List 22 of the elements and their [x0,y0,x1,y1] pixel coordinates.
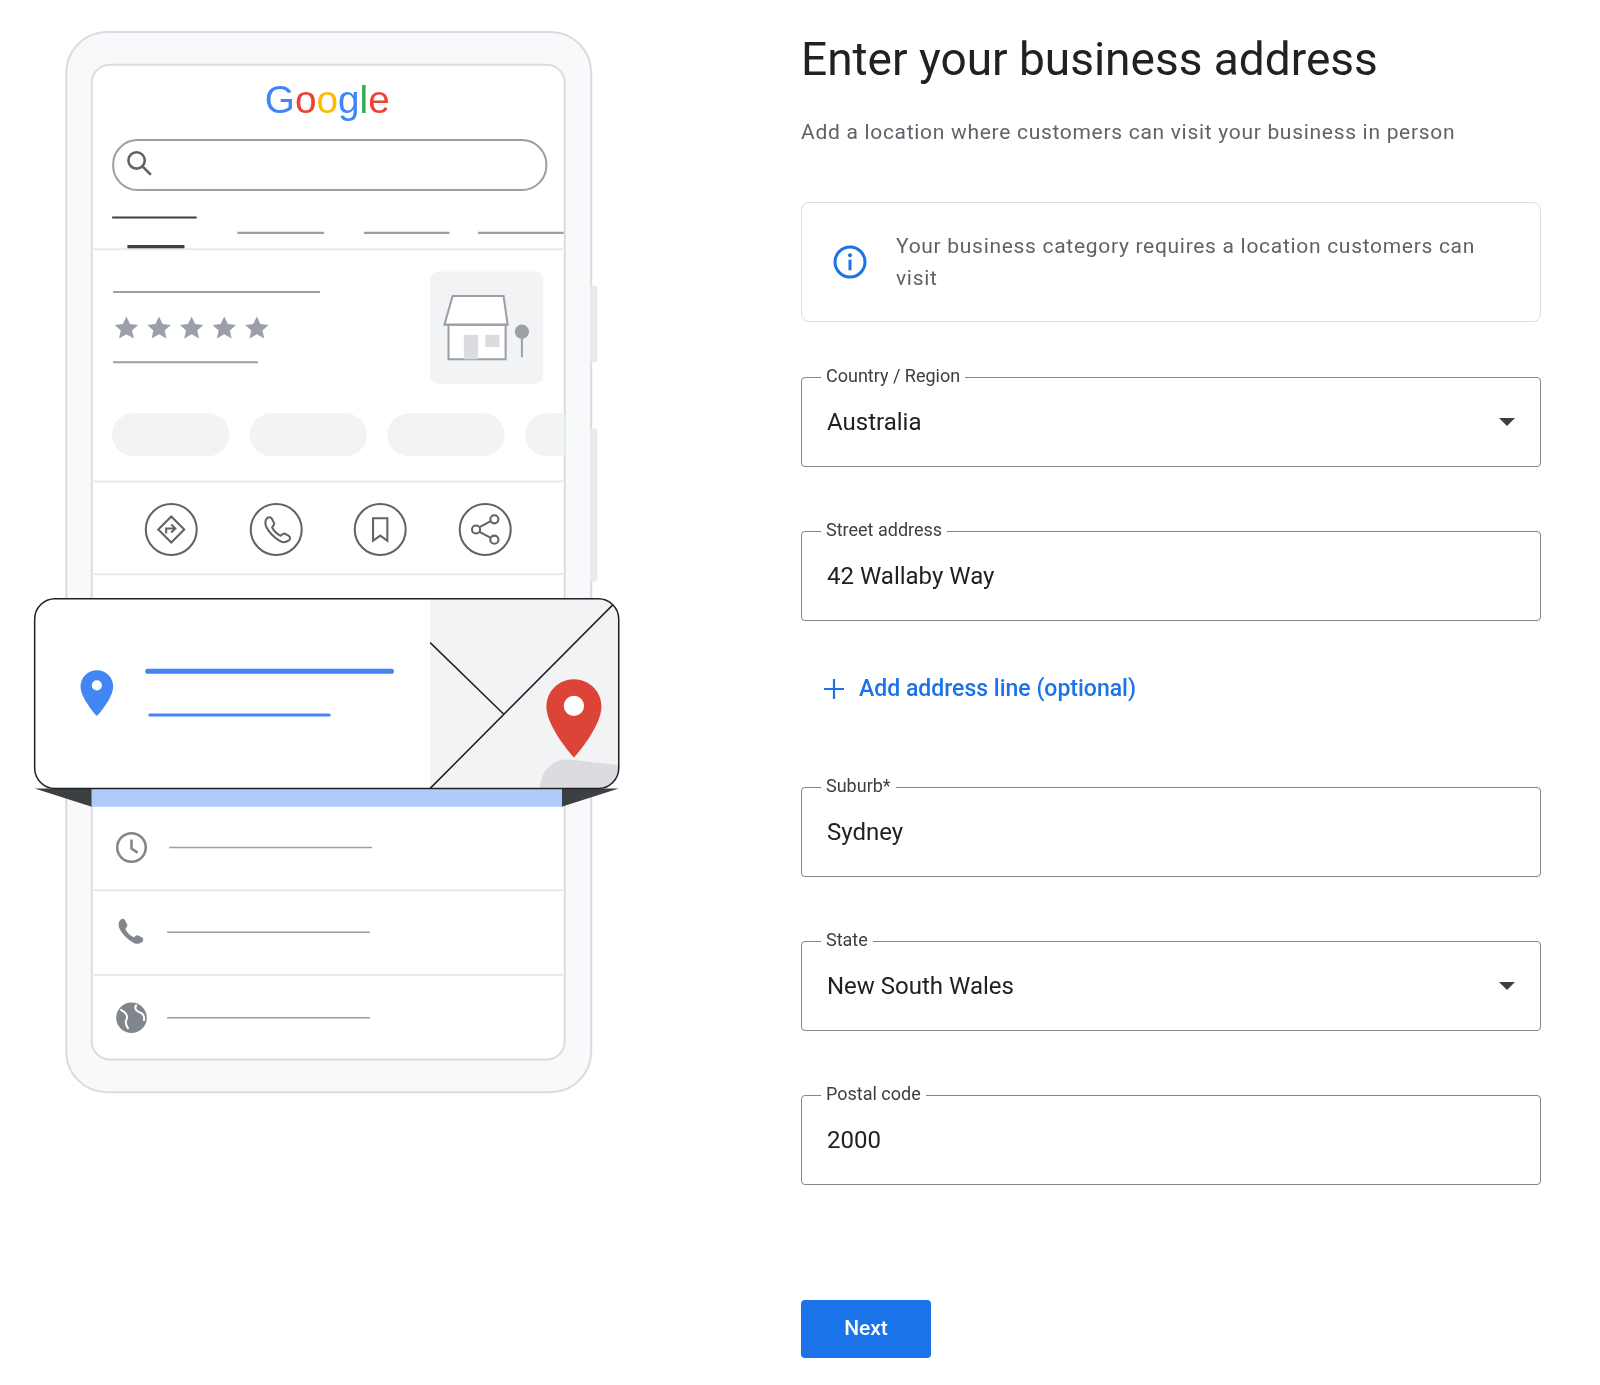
next-button[interactable]: Next [801,1300,931,1358]
add-address-line-link[interactable]: Add address line (optional) [823,675,1136,703]
globe-icon [116,1002,147,1034]
plus-icon [823,678,845,700]
directions-icon [144,503,198,556]
page-title: Enter your business address [801,31,1379,87]
phone-icon [118,918,144,944]
page-subtitle: Add a location where customers can visit your business in person [801,119,1457,146]
share-icon [458,503,512,556]
logo: Google [264,77,390,121]
field-value: New South Wales [827,971,1015,1002]
field-value: 42 Wallaby Way [827,561,996,592]
bookmark-icon [353,503,407,556]
field-value: Australia [827,407,923,438]
field-value: 2000 [827,1125,882,1156]
info-icon [832,244,868,280]
clock-icon [115,832,148,864]
dropdown-caret-icon [1499,982,1515,990]
dropdown-caret-icon [1499,418,1515,426]
phone-icon [249,503,303,556]
info-message: Your business category requires a location customers can visit [896,233,1477,292]
field-value: Sydney [827,817,905,848]
